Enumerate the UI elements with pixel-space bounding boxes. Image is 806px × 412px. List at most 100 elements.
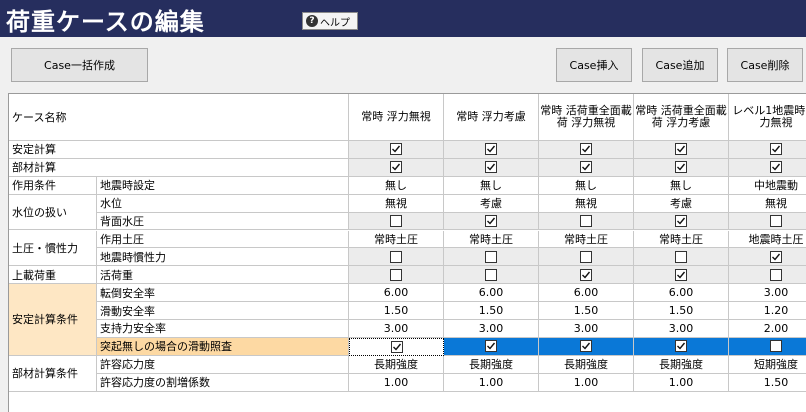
grid-checkbox-cell[interactable] — [349, 266, 444, 285]
grid-checkbox-cell[interactable] — [634, 248, 729, 267]
unchecked-checkbox-icon[interactable] — [770, 215, 782, 228]
grid-value-cell[interactable]: 6.00 — [349, 284, 444, 303]
grid-value-cell[interactable]: 1.20 — [729, 302, 806, 320]
grid-checkbox-cell[interactable] — [634, 337, 729, 356]
grid-value-cell[interactable]: 無し — [539, 176, 634, 195]
grid-value-cell[interactable]: 2.00 — [729, 320, 806, 338]
checked-checkbox-icon[interactable] — [485, 215, 497, 228]
grid-value-cell[interactable]: 長期強度 — [634, 355, 729, 374]
unchecked-checkbox-icon[interactable] — [580, 215, 592, 228]
checked-checkbox-icon[interactable] — [390, 161, 402, 174]
checked-checkbox-icon[interactable] — [485, 143, 497, 156]
grid-value-cell[interactable]: 6.00 — [634, 284, 729, 303]
grid-value-cell[interactable]: 地震時土圧 — [729, 231, 806, 249]
unchecked-checkbox-icon[interactable] — [390, 250, 402, 263]
grid-checkbox-cell[interactable] — [539, 248, 634, 267]
grid-value-cell[interactable]: 無し — [349, 176, 444, 195]
grid-checkbox-cell[interactable] — [539, 158, 634, 177]
grid-value-cell[interactable]: 無し — [444, 176, 539, 195]
unchecked-checkbox-icon[interactable] — [485, 268, 497, 281]
unchecked-checkbox-icon[interactable] — [675, 250, 687, 263]
column-header[interactable]: 常時 活荷重全面載荷 浮力無視 — [539, 94, 634, 141]
grid-checkbox-cell[interactable] — [349, 141, 444, 159]
grid-value-cell[interactable]: 1.00 — [539, 373, 634, 392]
grid-value-cell[interactable]: 常時土圧 — [444, 230, 539, 249]
unchecked-checkbox-icon[interactable] — [580, 250, 592, 263]
checked-checkbox-icon[interactable] — [580, 340, 592, 353]
grid-value-cell[interactable]: 3.00 — [634, 320, 729, 338]
grid-checkbox-cell[interactable] — [349, 248, 444, 267]
grid-value-cell[interactable]: 常時土圧 — [634, 230, 729, 249]
grid-value-cell[interactable]: 1.00 — [444, 373, 539, 392]
grid-value-cell[interactable]: 1.50 — [349, 302, 444, 320]
unchecked-checkbox-icon[interactable] — [485, 250, 497, 263]
grid-checkbox-cell[interactable] — [634, 266, 729, 285]
unchecked-checkbox-icon[interactable] — [770, 268, 782, 281]
grid-value-cell[interactable]: 6.00 — [539, 284, 634, 303]
checked-checkbox-icon[interactable] — [580, 161, 592, 174]
grid-value-cell[interactable]: 中地震動 — [729, 177, 806, 195]
grid-checkbox-cell[interactable] — [349, 158, 444, 177]
case-batch-create-button[interactable]: Case一括作成 — [11, 48, 148, 82]
unchecked-checkbox-icon[interactable] — [390, 268, 402, 281]
checked-checkbox-icon[interactable] — [485, 161, 497, 174]
grid-checkbox-cell[interactable] — [444, 248, 539, 267]
grid-checkbox-cell[interactable] — [634, 212, 729, 231]
grid-value-cell[interactable]: 1.00 — [349, 373, 444, 392]
checked-checkbox-icon[interactable] — [675, 268, 687, 281]
grid-value-cell[interactable]: 無視 — [539, 194, 634, 213]
checked-checkbox-icon[interactable] — [485, 340, 497, 353]
grid-value-cell[interactable]: 1.50 — [444, 302, 539, 320]
grid-checkbox-cell[interactable] — [444, 337, 539, 356]
grid-checkbox-cell[interactable] — [729, 337, 806, 356]
grid-checkbox-cell[interactable] — [444, 158, 539, 177]
unchecked-checkbox-icon[interactable] — [390, 215, 402, 228]
unchecked-checkbox-icon[interactable] — [770, 340, 782, 353]
load-case-grid[interactable]: ケース名称 常時 浮力無視 常時 浮力考慮 常時 活荷重全面載荷 浮力無視 常時 活荷重… — [8, 93, 806, 412]
grid-checkbox-cell[interactable] — [444, 141, 539, 159]
grid-checkbox-cell[interactable] — [634, 141, 729, 159]
grid-checkbox-cell[interactable] — [729, 266, 806, 285]
grid-checkbox-cell[interactable] — [539, 212, 634, 231]
grid-checkbox-cell[interactable] — [539, 337, 634, 356]
grid-value-cell[interactable]: 3.00 — [539, 320, 634, 338]
grid-value-cell[interactable]: 1.50 — [539, 302, 634, 320]
grid-value-cell[interactable]: 常時土圧 — [349, 230, 444, 249]
grid-value-cell[interactable]: 考慮 — [634, 194, 729, 213]
grid-checkbox-cell[interactable] — [349, 212, 444, 231]
checked-checkbox-icon[interactable] — [675, 340, 687, 353]
case-delete-button[interactable]: Case削除 — [727, 48, 803, 82]
column-header[interactable]: 常時 浮力考慮 — [444, 94, 539, 141]
case-insert-button[interactable]: Case挿入 — [556, 48, 632, 82]
help-button[interactable]: ? ヘルプ — [302, 12, 358, 30]
grid-value-cell[interactable]: 長期強度 — [349, 355, 444, 374]
checked-checkbox-icon[interactable] — [770, 143, 782, 156]
grid-checkbox-cell[interactable] — [729, 212, 806, 231]
grid-value-cell[interactable]: 長期強度 — [539, 355, 634, 374]
case-add-button[interactable]: Case追加 — [642, 48, 718, 82]
grid-checkbox-cell[interactable] — [729, 248, 806, 267]
checked-checkbox-icon[interactable] — [770, 161, 782, 174]
grid-value-cell[interactable]: 3.00 — [729, 284, 806, 303]
grid-value-cell[interactable]: 3.00 — [444, 320, 539, 338]
grid-checkbox-cell[interactable] — [539, 141, 634, 159]
grid-value-cell[interactable]: 無し — [634, 176, 729, 195]
checked-checkbox-icon[interactable] — [580, 143, 592, 156]
grid-value-cell[interactable]: 6.00 — [444, 284, 539, 303]
checked-checkbox-icon[interactable] — [390, 340, 403, 353]
checked-checkbox-icon[interactable] — [770, 250, 782, 263]
grid-value-cell[interactable]: 短期強度 — [729, 356, 806, 374]
grid-value-cell[interactable]: 1.00 — [634, 373, 729, 392]
checked-checkbox-icon[interactable] — [675, 161, 687, 174]
column-header[interactable]: レベル1地震時 浮力無視 — [729, 94, 806, 141]
column-header[interactable]: 常時 活荷重全面載荷 浮力考慮 — [634, 94, 729, 141]
grid-value-cell[interactable]: 3.00 — [349, 320, 444, 338]
grid-value-cell[interactable]: 考慮 — [444, 194, 539, 213]
grid-value-cell[interactable]: 無視 — [349, 194, 444, 213]
grid-checkbox-cell[interactable] — [349, 337, 444, 356]
grid-value-cell[interactable]: 長期強度 — [444, 355, 539, 374]
checked-checkbox-icon[interactable] — [580, 268, 592, 281]
column-header[interactable]: 常時 浮力無視 — [349, 94, 444, 141]
grid-value-cell[interactable]: 1.50 — [729, 374, 806, 392]
checked-checkbox-icon[interactable] — [675, 143, 687, 156]
